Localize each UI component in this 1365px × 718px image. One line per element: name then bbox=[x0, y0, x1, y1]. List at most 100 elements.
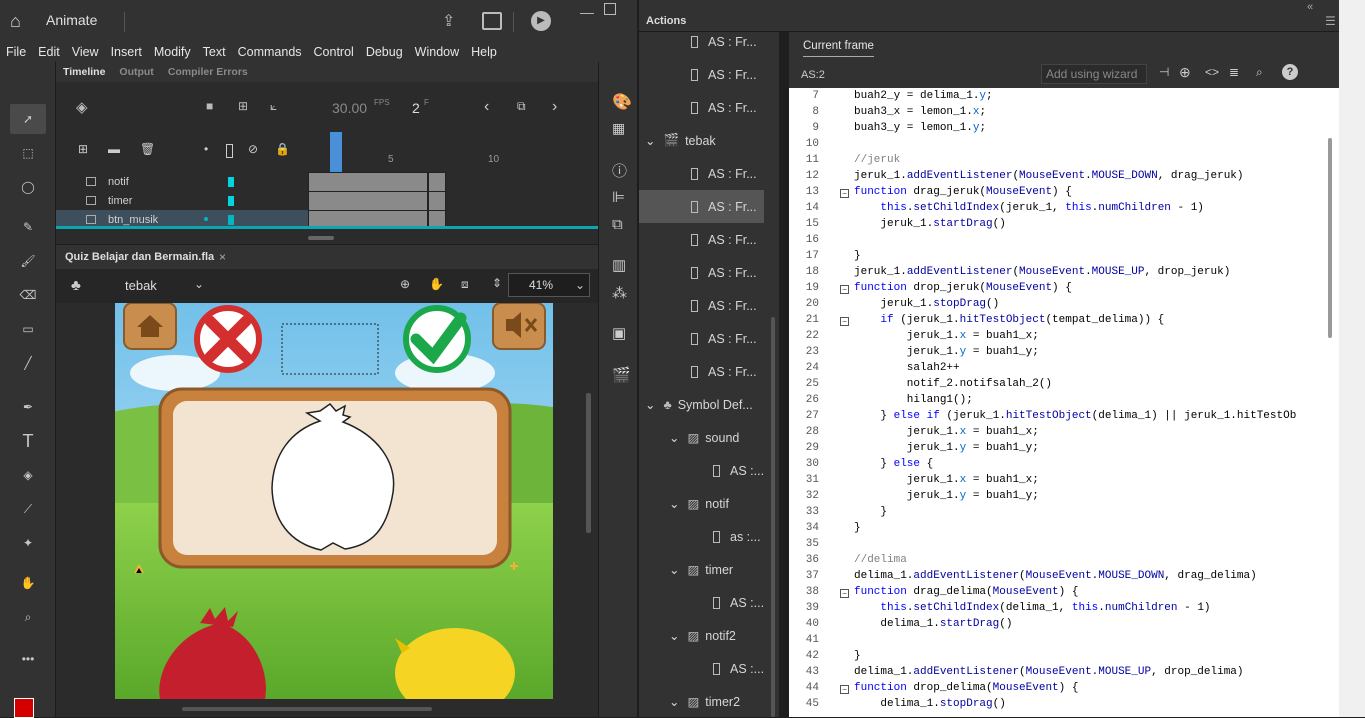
target-icon[interactable]: ⊕ bbox=[1179, 64, 1191, 81]
parenting-icon[interactable]: ⊞ bbox=[238, 99, 248, 113]
code-line[interactable]: } else { bbox=[854, 458, 933, 470]
code-line[interactable]: } bbox=[854, 506, 887, 518]
frame-ruler[interactable]: 5 10 bbox=[308, 130, 598, 172]
menu-control[interactable]: Control bbox=[308, 45, 360, 59]
nav-symbol-notif2[interactable]: ⌄ ▨ notif2 bbox=[639, 619, 769, 652]
stage-h-scrollbar[interactable] bbox=[182, 707, 432, 711]
close-tab-icon[interactable]: × bbox=[219, 250, 226, 264]
prev-frame-icon[interactable]: ‹ bbox=[484, 98, 489, 116]
playhead[interactable] bbox=[330, 132, 342, 172]
code-line[interactable]: function drop_jeruk(MouseEvent) { bbox=[854, 282, 1072, 294]
code-line[interactable]: jeruk_1.x = buah1_x; bbox=[854, 474, 1039, 486]
hand-icon[interactable]: ✋ bbox=[10, 568, 46, 598]
collapse-icon[interactable]: « bbox=[1307, 1, 1313, 13]
code-line[interactable]: delima_1.addEventListener(MouseEvent.MOU… bbox=[854, 666, 1244, 678]
code-scrollbar[interactable] bbox=[1328, 138, 1332, 338]
nav-symbol-timer[interactable]: ⌄ ▨ timer bbox=[639, 553, 769, 586]
brush-icon[interactable]: 🖌 bbox=[10, 246, 46, 276]
fold-toggle-icon[interactable]: − bbox=[840, 317, 849, 326]
menu-debug[interactable]: Debug bbox=[360, 45, 409, 59]
code-line[interactable]: notif_2.notifsalah_2() bbox=[854, 378, 1052, 390]
onion-skin-icon[interactable]: ⧉ bbox=[517, 99, 526, 114]
menu-view[interactable]: View bbox=[66, 45, 105, 59]
code-line[interactable]: jeruk_1.addEventListener(MouseEvent.MOUS… bbox=[854, 170, 1244, 182]
code-line[interactable]: } bbox=[854, 522, 861, 534]
nav-item[interactable]: AS :... bbox=[639, 454, 769, 487]
new-folder-icon[interactable]: ▬ bbox=[108, 142, 120, 156]
code-line[interactable]: this.setChildIndex(delima_1, this.numChi… bbox=[854, 602, 1210, 614]
home-icon[interactable]: ⌂ bbox=[10, 11, 32, 31]
nav-item[interactable]: AS : Fr... bbox=[639, 58, 769, 91]
add-using-wizard-button[interactable]: Add using wizard bbox=[1041, 64, 1147, 84]
code-line[interactable]: jeruk_1.stopDrag() bbox=[854, 298, 999, 310]
scene-name[interactable]: tebak bbox=[125, 278, 157, 293]
minimize-icon[interactable]: — bbox=[580, 4, 594, 20]
menu-modify[interactable]: Modify bbox=[148, 45, 197, 59]
motion-presets-icon[interactable]: 🎬 bbox=[612, 366, 631, 384]
outline-icon[interactable] bbox=[226, 144, 233, 158]
next-frame-icon[interactable]: › bbox=[552, 98, 557, 116]
nav-item[interactable]: AS : Fr... bbox=[639, 256, 769, 289]
code-icon[interactable]: <> bbox=[1205, 65, 1219, 79]
test-movie-icon[interactable]: ▶ bbox=[531, 11, 551, 31]
code-line[interactable]: jeruk_1.startDrag() bbox=[854, 218, 1005, 230]
lasso-icon[interactable]: ◯ bbox=[10, 172, 46, 202]
code-line[interactable]: function drag_delima(MouseEvent) { bbox=[854, 586, 1078, 598]
tab-timeline[interactable]: Timeline bbox=[56, 66, 112, 78]
layer-row[interactable]: notif bbox=[56, 172, 308, 191]
menu-file[interactable]: File bbox=[0, 45, 32, 59]
eyedropper-icon[interactable]: ⟋ bbox=[10, 494, 46, 524]
pencil-icon[interactable]: ✎ bbox=[10, 212, 46, 242]
delete-icon[interactable]: 🗑 bbox=[140, 142, 155, 156]
line-icon[interactable]: ╱ bbox=[10, 348, 46, 378]
pin-icon[interactable]: ✦ bbox=[10, 528, 46, 558]
zoom-icon[interactable]: ⌕ bbox=[10, 602, 46, 632]
swatches-icon[interactable]: ▦ bbox=[612, 120, 625, 137]
text-tool-icon[interactable]: T bbox=[10, 426, 46, 456]
menu-window[interactable]: Window bbox=[409, 45, 465, 59]
nav-item[interactable]: AS : Fr... bbox=[639, 289, 769, 322]
code-line[interactable]: buah3_x = lemon_1.x; bbox=[854, 106, 986, 118]
frames-grid[interactable] bbox=[308, 172, 447, 229]
nav-symbol-notif[interactable]: ⌄ ▨ notif bbox=[639, 487, 769, 520]
tab-current-frame[interactable]: Current frame bbox=[803, 40, 874, 57]
nav-item[interactable]: AS : Fr... bbox=[639, 157, 769, 190]
code-editor[interactable]: 7 buah2_y = delima_1.y; 8 buah3_x = lemon_1… bbox=[789, 88, 1339, 717]
menu-insert[interactable]: Insert bbox=[105, 45, 148, 59]
camera-icon[interactable]: ■ bbox=[206, 99, 213, 113]
nav-item[interactable]: AS : Fr... bbox=[639, 355, 769, 388]
code-snippets-icon[interactable]: ▣ bbox=[612, 324, 626, 342]
zoom-select[interactable]: 41% ⌄ bbox=[508, 273, 590, 297]
code-line[interactable]: jeruk_1.addEventListener(MouseEvent.MOUS… bbox=[854, 266, 1230, 278]
rotate-hand-icon[interactable]: ✋ bbox=[429, 277, 444, 291]
code-line[interactable]: function drop_delima(MouseEvent) { bbox=[854, 682, 1078, 694]
align-icon[interactable]: ⊫ bbox=[612, 188, 625, 206]
code-line[interactable]: function drag_jeruk(MouseEvent) { bbox=[854, 186, 1072, 198]
fold-toggle-icon[interactable]: − bbox=[840, 685, 849, 694]
nav-symbol-sound[interactable]: ⌄ ▨ sound bbox=[639, 421, 769, 454]
code-line[interactable]: jeruk_1.y = buah1_y; bbox=[854, 490, 1039, 502]
search-icon[interactable]: ⌕ bbox=[1256, 65, 1263, 80]
nav-item[interactable]: AS :... bbox=[639, 652, 769, 685]
layout-icon[interactable] bbox=[482, 12, 502, 30]
pen-icon[interactable]: ✒ bbox=[10, 392, 46, 422]
maximize-icon[interactable] bbox=[604, 3, 616, 15]
frame-number[interactable]: 2 bbox=[412, 100, 420, 116]
code-line[interactable]: delima_1.addEventListener(MouseEvent.MOU… bbox=[854, 570, 1257, 582]
color-icon[interactable]: 🎨 bbox=[612, 92, 632, 112]
stepper-icon[interactable]: ⇕ bbox=[492, 276, 502, 290]
paint-bucket-icon[interactable]: ◈ bbox=[10, 460, 46, 490]
format-icon[interactable]: ≣ bbox=[1229, 65, 1239, 79]
fps-value[interactable]: 30.00 bbox=[332, 100, 367, 116]
new-layer-icon[interactable]: ⊞ bbox=[78, 142, 88, 156]
panel-menu-icon[interactable]: ☰ bbox=[1325, 14, 1336, 28]
fold-toggle-icon[interactable]: − bbox=[840, 589, 849, 598]
tab-output[interactable]: Output bbox=[112, 66, 160, 78]
timeline-scrollbar[interactable] bbox=[308, 236, 334, 240]
nav-symbol-definitions[interactable]: ⌄ ♣ Symbol Def... bbox=[639, 388, 769, 421]
stage-scrollbar[interactable] bbox=[586, 393, 591, 533]
visibility-icon[interactable]: ⊘ bbox=[248, 142, 258, 156]
code-line[interactable]: if (jeruk_1.hitTestObject(tempat_delima)… bbox=[854, 314, 1164, 326]
rectangle-icon[interactable]: ▭ bbox=[10, 314, 46, 344]
fold-toggle-icon[interactable]: − bbox=[840, 285, 849, 294]
